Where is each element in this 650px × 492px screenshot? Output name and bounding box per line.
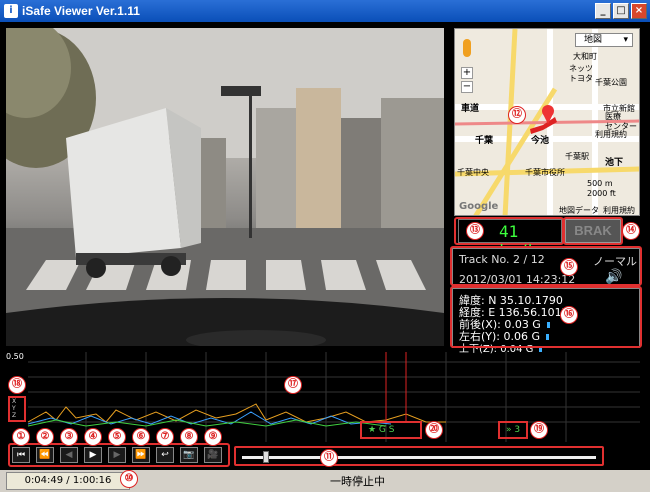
- map-label: 千葉公園: [595, 78, 627, 87]
- callout-10: ⑩: [120, 470, 138, 488]
- minimize-button[interactable]: _: [595, 3, 611, 19]
- snapshot-button[interactable]: 📷: [180, 447, 198, 463]
- callout-5: ⑤: [108, 428, 126, 446]
- map-scale-label: 2000 ft: [587, 189, 616, 198]
- map-label: 池下: [605, 158, 624, 168]
- callout-18: ⑱: [8, 376, 26, 394]
- callout-11: ⑪: [320, 449, 338, 467]
- callout-4: ④: [84, 428, 102, 446]
- legend-z: Z: [12, 412, 17, 419]
- callout-15: ⑮: [560, 258, 578, 276]
- map-label: 大和町: [573, 52, 597, 61]
- sensor-callout-box: [450, 286, 642, 348]
- map-scale-label: 500 m: [587, 179, 613, 188]
- brake-callout-box: [563, 217, 623, 245]
- zoom-in-button[interactable]: +: [461, 67, 473, 79]
- fast-forward-button[interactable]: ⏩: [132, 447, 150, 463]
- dashcam-image: [6, 28, 444, 346]
- prev-frame-button[interactable]: ◀: [60, 447, 78, 463]
- playback-time: 0:04:49 / 1:00:16: [6, 472, 130, 490]
- map-label: 利用規約: [595, 130, 627, 139]
- map-label: 千葉中央: [457, 168, 489, 177]
- callout-7: ⑦: [156, 428, 174, 446]
- track-callout-box: [450, 246, 642, 286]
- title-bar: i iSafe Viewer Ver.1.11 _ □ ×: [0, 0, 650, 22]
- playback-speed-indicator: » 3: [498, 421, 528, 439]
- map-label: 今池: [531, 136, 550, 146]
- graph-event-markers: ★ G S: [360, 421, 422, 439]
- video-export-button[interactable]: 🎥: [204, 447, 222, 463]
- callout-20: ⑳: [425, 421, 443, 439]
- close-button[interactable]: ×: [631, 3, 647, 19]
- return-button[interactable]: ↩: [156, 447, 174, 463]
- seek-slider[interactable]: [234, 446, 604, 466]
- pegman-icon[interactable]: [463, 39, 471, 57]
- google-logo: Google: [459, 201, 499, 212]
- window-title: iSafe Viewer Ver.1.11: [22, 4, 140, 18]
- callout-6: ⑥: [132, 428, 150, 446]
- callout-8: ⑧: [180, 428, 198, 446]
- next-frame-button[interactable]: ▶: [108, 447, 126, 463]
- callout-16: ⑯: [560, 306, 578, 324]
- map-label: 千葉市役所: [525, 168, 565, 177]
- zoom-out-button[interactable]: −: [461, 81, 473, 93]
- map-label: 千葉駅: [565, 152, 589, 161]
- map-label: 車道: [461, 104, 480, 114]
- callout-2: ②: [36, 428, 54, 446]
- callout-13: ⑬: [466, 222, 484, 240]
- map-type-selector[interactable]: 地図 ▾: [575, 33, 633, 47]
- maximize-button[interactable]: □: [613, 3, 629, 19]
- callout-12: ⑫: [508, 106, 526, 124]
- seek-thumb[interactable]: [263, 451, 270, 463]
- playback-status: 一時停止中: [330, 475, 385, 488]
- chevron-down-icon: ▾: [623, 35, 628, 45]
- map-label: トヨタ: [569, 74, 593, 83]
- callout-9: ⑨: [204, 428, 222, 446]
- graph-legend: X Y Z: [8, 396, 26, 422]
- app-icon: i: [4, 4, 18, 18]
- map-panel[interactable]: 地図 ▾ + − 大和町 千葉公園 ネッツ トヨタ 車道 市立新館 医療 センター…: [454, 28, 640, 216]
- play-button[interactable]: ▶: [84, 447, 102, 463]
- callout-1: ①: [12, 428, 30, 446]
- rewind-button[interactable]: ⏪: [36, 447, 54, 463]
- status-bar: 0:04:49 / 1:00:16 一時停止中: [0, 470, 650, 492]
- callout-14: ⑭: [622, 222, 640, 240]
- legend-x: X: [12, 398, 17, 405]
- callout-19: ⑲: [530, 421, 548, 439]
- seek-track[interactable]: [242, 456, 596, 459]
- first-track-button[interactable]: ⏮: [12, 447, 30, 463]
- callout-17: ⑰: [284, 376, 302, 394]
- map-label: 千葉: [475, 136, 494, 146]
- graph-y-max: 0.50: [6, 352, 24, 361]
- callout-3: ③: [60, 428, 78, 446]
- map-data-label: 地図データ: [559, 206, 599, 215]
- video-frame: [6, 28, 444, 346]
- map-terms-link[interactable]: 利用規約: [603, 205, 635, 215]
- legend-y: Y: [12, 405, 16, 412]
